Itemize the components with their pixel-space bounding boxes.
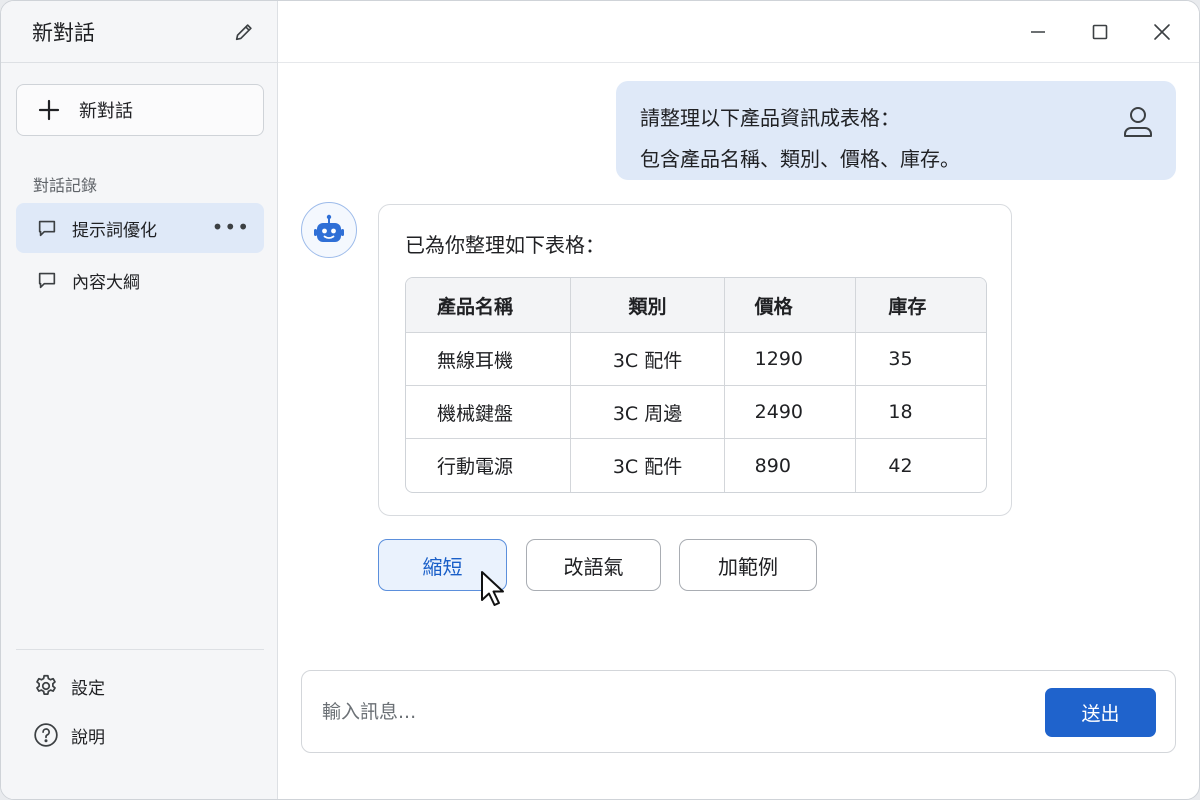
user-message-line: 包含產品名稱、類別、價格、庫存。 (640, 147, 960, 171)
message-input[interactable] (322, 693, 1022, 731)
table-row: 機械鍵盤 3C 周邊 2490 18 (406, 386, 986, 439)
sidebar-item-label: 提示詞優化 (72, 220, 157, 241)
close-icon[interactable] (1149, 19, 1175, 45)
column-header: 庫存 (856, 278, 986, 333)
column-header: 價格 (724, 278, 857, 333)
history-section-label: 對話記錄 (33, 176, 98, 195)
bot-message-card: 已為你整理如下表格： 產品名稱 類別 價格 庫存 無線耳機 3C 配件 1290… (378, 204, 1012, 516)
robot-icon (314, 214, 344, 242)
send-button[interactable]: 送出 (1045, 688, 1156, 737)
table-cell: 18 (856, 386, 986, 439)
table-cell: 3C 配件 (571, 333, 725, 386)
sidebar-title: 新對話 (32, 20, 95, 45)
table-cell: 3C 周邊 (571, 386, 725, 439)
help-button[interactable]: 說明 (33, 722, 105, 748)
minimize-icon[interactable] (1025, 19, 1051, 45)
table-cell: 890 (725, 439, 857, 492)
gear-icon (36, 674, 56, 695)
bot-message-intro: 已為你整理如下表格： (405, 233, 605, 257)
new-chat-button[interactable]: 新對話 (16, 84, 264, 136)
sidebar-item-content-outline[interactable]: 內容大綱 (16, 255, 264, 305)
app-window: 新對話 新對話 對話記錄 提示詞優化 ••• 內容大綱 設定 說明 請整理以下產… (0, 0, 1200, 800)
table-cell: 2490 (724, 386, 857, 439)
user-message-bubble: 請整理以下產品資訊成表格： 包含產品名稱、類別、價格、庫存。 (616, 81, 1176, 180)
edit-icon[interactable] (233, 21, 255, 43)
help-icon (34, 723, 58, 747)
help-label: 說明 (71, 727, 105, 748)
title-bar (278, 1, 1199, 63)
user-message-line: 請整理以下產品資訊成表格： (640, 106, 900, 130)
product-table: 產品名稱 類別 價格 庫存 無線耳機 3C 配件 1290 35 機械鍵盤 3C… (405, 277, 987, 493)
sidebar-item-label: 內容大綱 (72, 272, 140, 293)
user-avatar-icon (1122, 105, 1154, 143)
settings-label: 設定 (71, 678, 105, 699)
change-tone-button[interactable]: 改語氣 (526, 539, 661, 591)
column-header: 產品名稱 (406, 278, 572, 333)
bot-avatar (301, 202, 357, 258)
message-composer: 送出 (301, 670, 1176, 753)
table-row: 無線耳機 3C 配件 1290 35 (406, 333, 986, 386)
table-cell: 35 (856, 333, 986, 386)
sidebar-divider (16, 649, 264, 650)
table-header-row: 產品名稱 類別 價格 庫存 (406, 278, 986, 333)
add-examples-button[interactable]: 加範例 (679, 539, 817, 591)
column-header: 類別 (571, 278, 725, 333)
sidebar-item-prompt-optimization[interactable]: 提示詞優化 ••• (16, 203, 264, 253)
settings-button[interactable]: 設定 (33, 673, 105, 699)
table-cell: 1290 (724, 333, 857, 386)
table-cell: 42 (888, 454, 913, 477)
table-cell: 機械鍵盤 (406, 386, 572, 439)
sidebar-header: 新對話 (1, 1, 277, 63)
mouse-cursor-icon (480, 570, 506, 612)
chat-bubble-icon (38, 220, 56, 237)
table-cell: 行動電源 (406, 439, 572, 492)
new-chat-label: 新對話 (79, 101, 133, 122)
table-cell: 3C 配件 (571, 439, 725, 492)
more-options-icon[interactable]: ••• (212, 215, 250, 239)
maximize-icon[interactable] (1087, 19, 1113, 45)
plus-icon (38, 99, 60, 121)
chat-bubble-icon (38, 272, 56, 289)
sidebar: 新對話 新對話 對話記錄 提示詞優化 ••• 內容大綱 設定 說明 (1, 1, 278, 799)
table-row: 行動電源 3C 配件 890 42 (406, 439, 986, 492)
table-cell: 無線耳機 (406, 333, 572, 386)
